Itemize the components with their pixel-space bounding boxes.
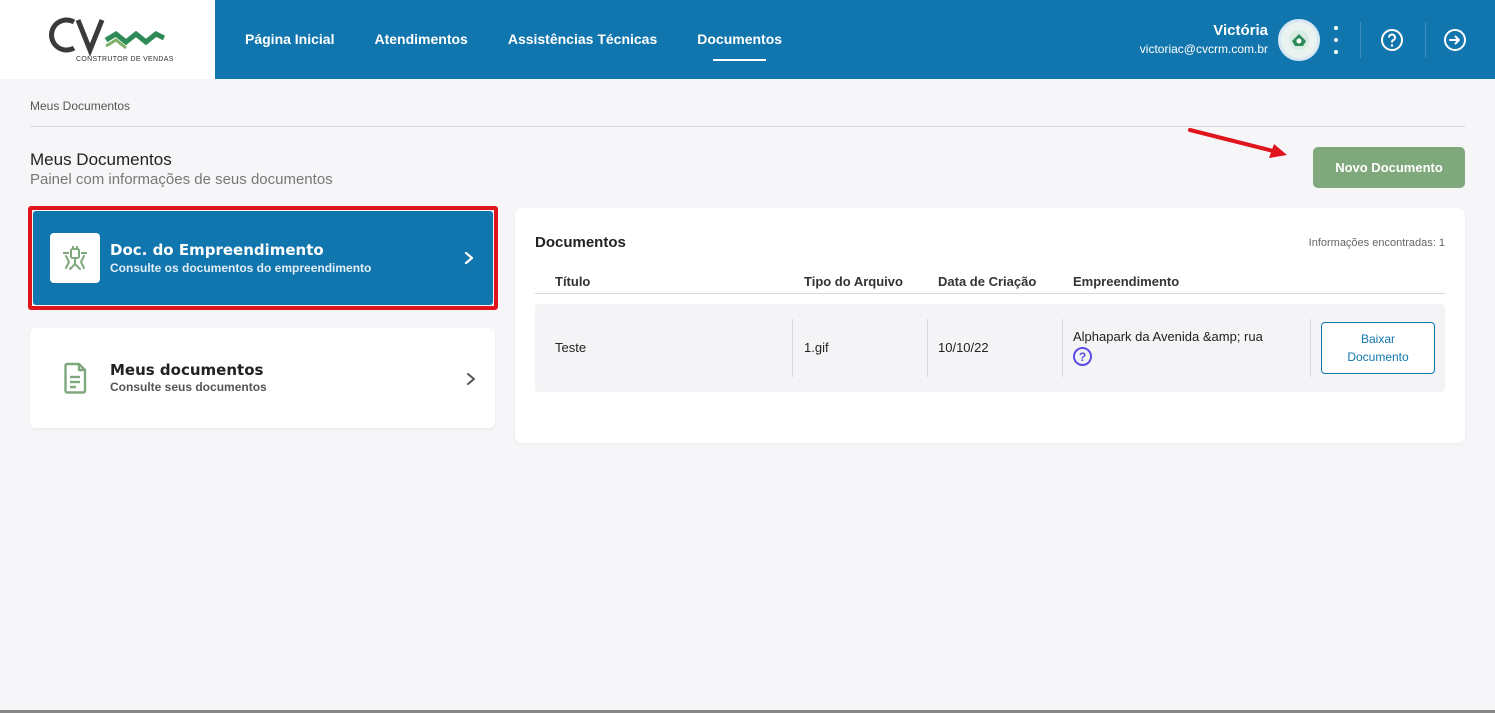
avatar-icon bbox=[1289, 30, 1309, 50]
cell-divider bbox=[1062, 319, 1063, 377]
column-header-data-criacao[interactable]: Data de Criação bbox=[938, 274, 1036, 289]
card-meus-documentos[interactable]: Meus documentos Consulte seus documentos bbox=[30, 328, 495, 428]
new-document-button[interactable]: Novo Documento bbox=[1313, 147, 1465, 188]
column-header-titulo[interactable]: Título bbox=[555, 274, 590, 289]
table-row: Teste 1.gif 10/10/22 Alphapark da Avenid… bbox=[535, 304, 1445, 392]
results-count: Informações encontradas: 1 bbox=[1308, 237, 1445, 249]
page-title: Meus Documentos bbox=[30, 150, 172, 169]
logo-subtitle: CONSTRUTOR DE VENDAS bbox=[76, 56, 174, 63]
nav-assistencias-tecnicas[interactable]: Assistências Técnicas bbox=[508, 0, 657, 79]
building-plug-icon bbox=[63, 246, 87, 270]
chevron-right-icon bbox=[464, 251, 474, 265]
chevron-right-icon bbox=[467, 373, 475, 385]
header-divider bbox=[1360, 22, 1361, 58]
card-description: Consulte seus documentos bbox=[110, 380, 267, 394]
header-divider bbox=[1425, 22, 1426, 58]
cell-data-criacao: 10/10/22 bbox=[938, 340, 989, 355]
cell-empreendimento: Alphapark da Avenida &amp; rua bbox=[1073, 329, 1263, 344]
download-document-button[interactable]: Baixar Documento bbox=[1321, 322, 1435, 374]
user-email: victoriac@cvcrm.com.br bbox=[1139, 42, 1268, 56]
kebab-menu-icon[interactable] bbox=[1328, 26, 1344, 54]
cell-titulo: Teste bbox=[555, 340, 587, 355]
question-mark-icon[interactable]: ? bbox=[1073, 347, 1092, 366]
nav-documentos[interactable]: Documentos bbox=[697, 0, 782, 79]
card-icon-box bbox=[50, 233, 100, 283]
main-nav: Página Inicial Atendimentos Assistências… bbox=[245, 0, 822, 79]
top-header: CONSTRUTOR DE VENDAS Página Inicial Aten… bbox=[0, 0, 1495, 79]
cell-tipo-arquivo: 1.gif bbox=[804, 340, 829, 355]
nav-atendimentos[interactable]: Atendimentos bbox=[374, 0, 467, 79]
page-subtitle: Painel com informações de seus documento… bbox=[30, 171, 333, 188]
cell-divider bbox=[792, 319, 793, 377]
column-header-empreendimento[interactable]: Empreendimento bbox=[1073, 274, 1179, 289]
help-icon[interactable] bbox=[1380, 28, 1404, 52]
card-title: Meus documentos bbox=[110, 361, 264, 379]
user-name: Victória bbox=[1213, 22, 1268, 39]
user-info[interactable]: Victória victoriac@cvcrm.com.br bbox=[1140, 22, 1268, 56]
header-divider bbox=[535, 293, 1445, 294]
document-icon bbox=[64, 362, 87, 394]
card-description: Consulte os documentos do empreendimento bbox=[110, 261, 372, 275]
documents-panel: Documentos Informações encontradas: 1 Tí… bbox=[515, 208, 1465, 443]
breadcrumb[interactable]: Meus Documentos bbox=[30, 99, 130, 113]
panel-title: Documentos bbox=[535, 234, 626, 251]
cv-logo-icon bbox=[49, 17, 166, 57]
logo[interactable]: CONSTRUTOR DE VENDAS bbox=[0, 0, 215, 79]
cell-divider bbox=[1310, 319, 1311, 377]
cell-divider bbox=[927, 319, 928, 377]
card-title: Doc. do Empreendimento bbox=[110, 241, 324, 259]
card-doc-empreendimento[interactable]: Doc. do Empreendimento Consulte os docum… bbox=[33, 211, 493, 305]
logout-icon[interactable] bbox=[1443, 28, 1467, 52]
column-header-tipo-arquivo[interactable]: Tipo do Arquivo bbox=[804, 274, 903, 289]
avatar[interactable] bbox=[1278, 19, 1320, 61]
nav-pagina-inicial[interactable]: Página Inicial bbox=[245, 0, 334, 79]
red-arrow-annotation-icon bbox=[1188, 128, 1287, 158]
